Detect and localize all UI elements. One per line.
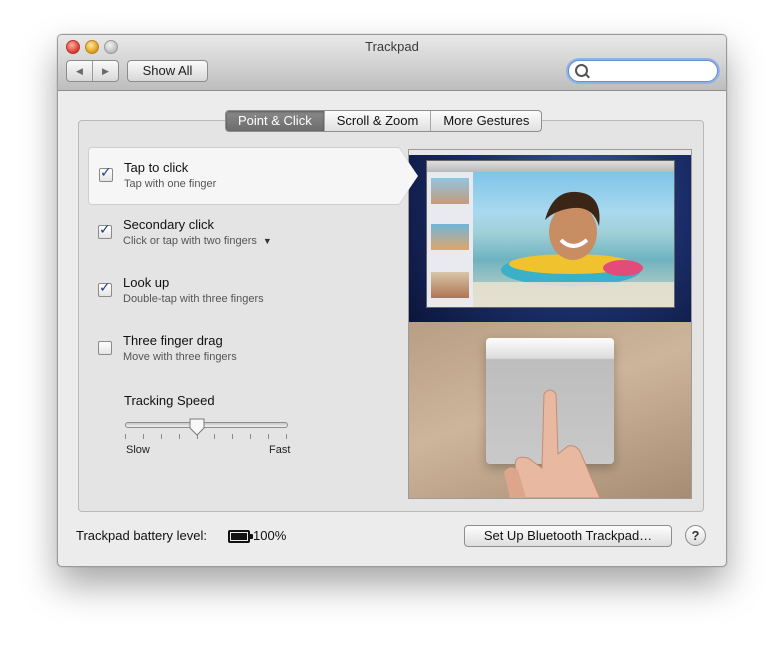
- slider-tick: [232, 434, 233, 439]
- title-bar: Trackpad ◀ ▶ Show All: [58, 35, 726, 91]
- slider-tick: [214, 434, 215, 439]
- slider-tick: [179, 434, 180, 439]
- window-title: Trackpad: [365, 39, 419, 54]
- trackpad-demo: [409, 322, 691, 498]
- photo-thumbnail: [431, 178, 469, 204]
- slider-tick: [268, 434, 269, 439]
- option-tap-to-click[interactable]: Tap to click Tap with one finger: [88, 147, 419, 205]
- photo-illustration: [473, 191, 674, 307]
- back-arrow-icon[interactable]: ◀: [67, 61, 92, 81]
- three-finger-drag-checkbox[interactable]: [98, 341, 112, 355]
- slider-min-label: Slow: [126, 444, 150, 456]
- tab-point-and-click[interactable]: Point & Click: [226, 111, 324, 131]
- option-subtitle-menu[interactable]: Click or tap with two fingers ▼: [123, 235, 272, 247]
- desktop-screenshot: [409, 150, 691, 322]
- option-subtitle: Double-tap with three fingers: [123, 293, 264, 305]
- slider-tick: [161, 434, 162, 439]
- battery-level-value: 100%: [253, 528, 287, 543]
- main-photo: [473, 172, 674, 307]
- option-look-up[interactable]: Look up Double-tap with three fingers: [88, 263, 398, 319]
- option-title: Tap to click: [124, 160, 189, 175]
- photo-app-window: [426, 160, 675, 308]
- option-secondary-click[interactable]: Secondary click Click or tap with two fi…: [88, 205, 398, 261]
- photo-thumbnail: [431, 272, 469, 298]
- option-subtitle: Tap with one finger: [124, 178, 217, 190]
- battery-level-label: Trackpad battery level:: [76, 528, 208, 543]
- option-title: Look up: [123, 275, 170, 290]
- search-input[interactable]: [589, 63, 709, 79]
- option-three-finger-drag[interactable]: Three finger drag Move with three finger…: [88, 321, 398, 377]
- dropdown-arrow-icon[interactable]: ▼: [263, 236, 272, 246]
- set-up-bluetooth-trackpad-button[interactable]: Set Up Bluetooth Trackpad…: [464, 525, 672, 547]
- gesture-preview-image: [408, 149, 692, 499]
- option-title: Three finger drag: [123, 333, 223, 348]
- help-button[interactable]: ?: [685, 525, 706, 546]
- finger-icon: [504, 389, 601, 498]
- slider-tick: [250, 434, 251, 439]
- tap-to-click-checkbox[interactable]: [99, 165, 113, 182]
- search-field[interactable]: [568, 60, 718, 82]
- preferences-window: Trackpad ◀ ▶ Show All Point & Click Scro…: [57, 34, 727, 567]
- slider-tick: [286, 434, 287, 439]
- slider-max-label: Fast: [269, 444, 291, 456]
- photo-thumbnail: [431, 224, 469, 250]
- search-icon: [575, 64, 588, 77]
- secondary-click-checkbox[interactable]: [98, 222, 112, 239]
- slider-tick: [125, 434, 126, 439]
- option-subtitle: Move with three fingers: [123, 351, 237, 363]
- look-up-checkbox[interactable]: [98, 280, 112, 297]
- battery-icon: [228, 530, 253, 543]
- slider-ticks: [125, 434, 288, 440]
- slider-tick: [143, 434, 144, 439]
- thumbnail-sidebar: [427, 172, 473, 307]
- tracking-speed-label: Tracking Speed: [124, 393, 215, 408]
- tab-bar: Point & Click Scroll & Zoom More Gesture…: [225, 110, 543, 132]
- slider-thumb[interactable]: [189, 418, 205, 436]
- option-title: Secondary click: [123, 217, 215, 232]
- show-all-button[interactable]: Show All: [127, 60, 208, 82]
- tab-more-gestures[interactable]: More Gestures: [430, 111, 541, 131]
- tab-scroll-and-zoom[interactable]: Scroll & Zoom: [323, 111, 431, 131]
- option-subtitle: Click or tap with two fingers: [123, 235, 257, 247]
- tracking-speed-slider[interactable]: [125, 422, 288, 428]
- forward-arrow-icon[interactable]: ▶: [92, 61, 118, 81]
- back-forward-control: ◀ ▶: [66, 60, 119, 82]
